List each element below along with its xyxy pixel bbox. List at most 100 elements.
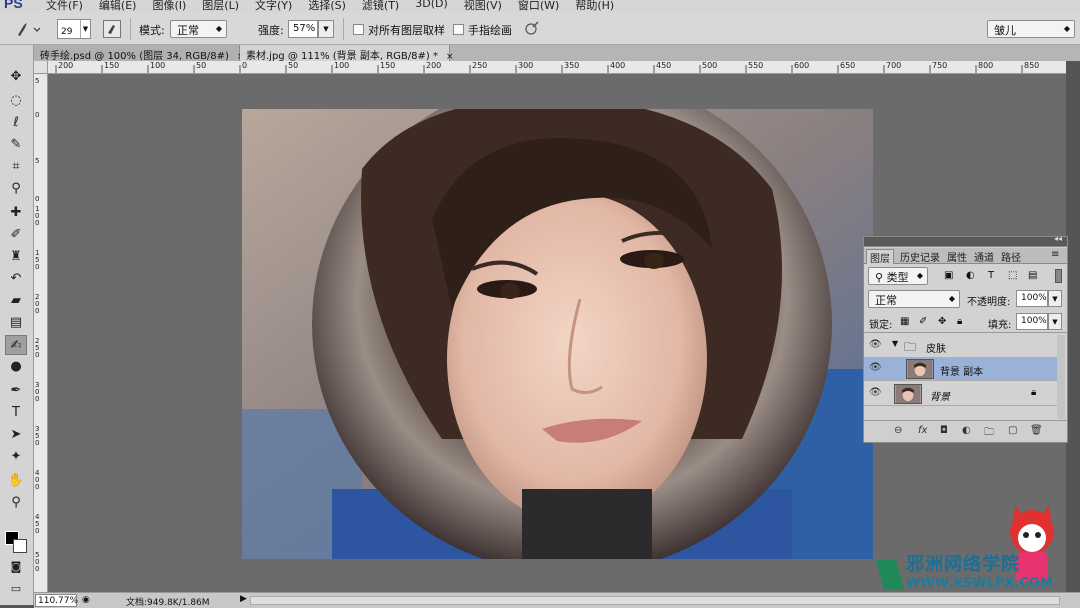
zoom-tool-icon[interactable]: ⚲ [5,493,27,513]
layer-row[interactable]: 👁︎ 背景 🔒︎ [864,382,1057,406]
smudge-tool-preset-icon[interactable] [12,19,42,39]
menu-view[interactable]: 视图(V) [456,0,510,13]
tab-properties[interactable]: 属性 [944,249,970,264]
status-menu-arrow-icon[interactable]: ▶ [240,594,247,604]
workspace-select[interactable]: 皱儿 ◆ [987,20,1075,38]
tab-paths[interactable]: 路径 [998,249,1024,264]
document-tab-active[interactable]: 素材.jpg @ 111% (背景 副本, RGB/8#) * × [240,45,454,62]
disclosure-triangle-icon[interactable]: ▼ [892,339,898,348]
opacity-slider-toggle[interactable]: ▼ [1048,290,1062,307]
eye-icon[interactable]: 👁︎ [869,362,883,374]
filter-type-icon[interactable]: T [988,270,994,281]
fill-input[interactable]: 100% [1016,313,1048,330]
collapse-icon[interactable]: ◂◂ [1054,234,1062,243]
ruler-origin[interactable] [34,61,48,74]
brush-panel-toggle-icon[interactable] [103,20,121,38]
panel-menu-icon[interactable]: ≡ [1048,249,1062,260]
dodge-tool-icon[interactable]: ● [5,357,27,377]
menu-filter[interactable]: 滤镜(T) [354,0,407,13]
link-layers-icon[interactable]: ⊖ [894,425,902,436]
lock-position-icon[interactable]: ✥ [938,316,946,327]
filter-smart-object-icon[interactable]: ▤ [1028,270,1037,281]
crop-tool-icon[interactable]: ⌗ [5,157,27,177]
panel-header[interactable]: ◂◂ [864,234,1067,247]
path-select-tool-icon[interactable]: ➤ [5,425,27,445]
pressure-pen-icon[interactable] [523,21,541,37]
screen-mode-icon[interactable]: ▭ [5,579,27,599]
lasso-tool-icon[interactable]: ℓ [5,113,27,133]
strength-input[interactable]: 57% [288,20,318,38]
filter-shape-icon[interactable]: ⬚ [1008,270,1017,281]
menu-layer[interactable]: 图层(L) [194,0,247,13]
opacity-input[interactable]: 100% [1016,290,1048,307]
menu-3d[interactable]: 3D(D) [407,0,456,13]
menu-type[interactable]: 文字(Y) [247,0,300,13]
filter-adjustment-icon[interactable]: ◐ [966,270,975,281]
ruler-label: 3 0 0 [35,381,40,403]
type-tool-icon[interactable]: T [5,403,27,423]
tab-layers[interactable]: 图层 [866,249,894,265]
layer-name: 背景 [930,392,950,403]
ruler-label: 1 0 0 [35,205,40,227]
panel-scrollbar[interactable] [1057,335,1065,419]
smudge-tool-icon[interactable]: ✍ [5,335,27,355]
zoom-level-input[interactable]: 110.77% [35,594,78,607]
menu-help[interactable]: 帮助(H) [567,0,622,13]
add-mask-icon[interactable]: ◘ [940,425,948,436]
eye-icon[interactable]: 👁︎ [869,339,883,351]
lock-pixels-icon[interactable]: ✐ [919,316,927,327]
clone-stamp-tool-icon[interactable]: ♜ [5,247,27,267]
ruler-label: 50 [288,61,299,70]
layer-style-icon[interactable]: fx [918,425,927,436]
menu-window[interactable]: 窗口(W) [510,0,567,13]
filter-pixel-icon[interactable]: ▣ [944,270,953,281]
pen-tool-icon[interactable]: ✒ [5,381,27,401]
delete-layer-icon[interactable]: 🗑︎ [1030,425,1043,436]
eyedropper-tool-icon[interactable]: ⚲ [5,179,27,199]
sample-all-layers-checkbox[interactable] [353,24,364,35]
menu-select[interactable]: 选择(S) [300,0,354,13]
gradient-tool-icon[interactable]: ▤ [5,313,27,333]
vertical-ruler[interactable]: 5 0 5 0 1 0 0 1 5 0 2 0 0 2 5 0 3 0 0 3 … [34,74,48,592]
healing-brush-tool-icon[interactable]: ✚ [5,203,27,223]
history-brush-tool-icon[interactable]: ↶ [5,269,27,289]
new-group-icon[interactable]: 🗀 [984,425,994,442]
portrait-photo[interactable] [242,109,873,559]
adjustment-layer-icon[interactable]: ◐ [962,425,971,436]
move-tool-icon[interactable]: ✥ [5,67,27,87]
hand-tool-icon[interactable]: ✋ [5,471,27,491]
brush-tool-icon[interactable]: ✐ [5,225,27,245]
menu-image[interactable]: 图像(I) [144,0,194,13]
marquee-tool-icon[interactable]: ◌ [5,91,27,111]
horizontal-ruler[interactable]: 200 150 100 50 0 50 100 150 200 250 300 … [48,61,1066,74]
eraser-tool-icon[interactable]: ▰ [5,291,27,311]
fill-slider-toggle[interactable]: ▼ [1048,313,1062,330]
shape-tool-icon[interactable]: ✦ [5,447,27,467]
layer-row[interactable]: 👁︎ 背景 副本 [864,357,1057,381]
quick-select-tool-icon[interactable]: ✎ [5,135,27,155]
eye-icon[interactable]: 👁︎ [869,387,883,399]
status-info-icon[interactable]: ◉ [82,595,90,605]
menu-edit[interactable]: 编辑(E) [91,0,145,13]
ruler-label: 150 [380,61,396,70]
blend-mode-select[interactable]: 正常 ◆ [868,290,960,308]
menu-file[interactable]: 文件(F) [38,0,91,13]
tab-channels[interactable]: 通道 [971,249,997,264]
filter-toggle[interactable] [1055,269,1062,283]
layer-group-row[interactable]: 👁︎ ▼ 🗀 皮肤 [864,334,1057,358]
mode-select[interactable]: 正常 ◆ [170,20,227,38]
ruler-label: 500 [702,61,718,70]
finger-painting-checkbox[interactable] [453,24,464,35]
quick-mask-icon[interactable]: ◙ [5,557,27,577]
strength-slider-toggle[interactable]: ▼ [318,20,334,38]
brush-size-picker[interactable]: 29 ▼ [57,19,91,39]
new-layer-icon[interactable]: ▢ [1008,425,1017,436]
chevron-down-icon: ▼ [80,20,90,38]
filter-kind-select[interactable]: ⚲ 类型 ◆ [868,267,928,285]
lock-all-icon[interactable]: 🔒︎ [957,316,962,327]
document-tab[interactable]: 砖手绘.psd @ 100% (图层 34, RGB/8#)× [34,45,245,62]
lock-transparent-icon[interactable]: ▦ [900,316,909,327]
background-color-swatch[interactable] [13,539,27,553]
tab-history[interactable]: 历史记录 [897,249,943,264]
group-name: 皮肤 [926,344,946,355]
